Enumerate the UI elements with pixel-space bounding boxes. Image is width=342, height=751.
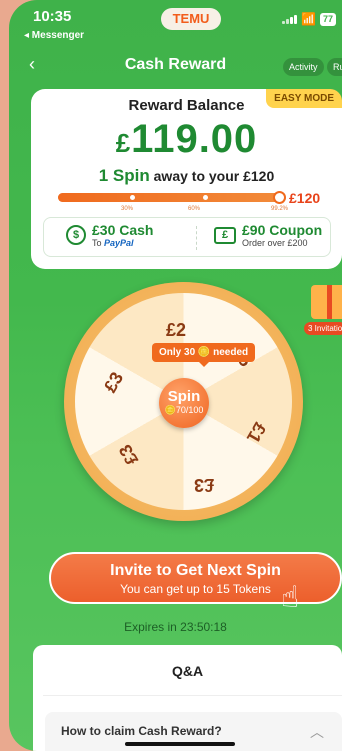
- cash-title: £30 Cash: [92, 222, 154, 238]
- coupon-sub: Order over £200: [242, 238, 308, 248]
- coupon-title: £90 Coupon: [242, 222, 323, 238]
- signal-icon: [282, 14, 298, 24]
- back-to-messenger[interactable]: ◂ Messenger: [24, 30, 84, 41]
- tokens-needed-tooltip: Only 30 🪙 needed: [152, 343, 256, 367]
- cash-sub-prefix: To: [92, 238, 105, 248]
- reward-divider: [196, 226, 197, 250]
- spins-count: 1 Spin: [98, 166, 150, 185]
- nav-bar: ‹ Cash Reward Activity Ru: [9, 52, 342, 82]
- progress-bar: [58, 191, 286, 204]
- clock: 10:35: [33, 8, 72, 25]
- progress-knob: [273, 191, 286, 204]
- expiry-timer: Expires in 23:50:18: [124, 620, 227, 634]
- currency-symbol: £: [115, 128, 132, 158]
- battery-icon: 77: [319, 12, 336, 26]
- milestone-label: 99.2%: [271, 206, 289, 212]
- ticket-icon: £: [214, 226, 236, 244]
- pointing-hand-icon: ☝: [281, 581, 300, 614]
- status-icons: 📶 77: [282, 12, 336, 26]
- spin-label: Spin: [167, 388, 201, 405]
- coupon-reward[interactable]: £ £90 Coupon Order over £200: [214, 222, 322, 248]
- gift-icon[interactable]: [311, 285, 342, 319]
- invitations-badge: 3 Invitatio: [304, 322, 342, 335]
- cash-sub: To PayPal: [92, 238, 153, 248]
- divider: [43, 695, 342, 696]
- balance-card: EASY MODE Reward Balance £119.00 1 Spin …: [31, 89, 342, 269]
- wifi-icon: 📶: [301, 12, 316, 26]
- milestone-dot: [203, 195, 208, 200]
- paypal-logo: PayPal: [104, 238, 134, 248]
- balance-label: Reward Balance: [128, 97, 245, 114]
- dollar-icon: $: [66, 225, 86, 245]
- wheel-segment: £2: [166, 320, 187, 340]
- spins-desc: away to your £120: [153, 168, 275, 184]
- brand-pill: TEMU: [161, 8, 221, 30]
- chevron-up-icon[interactable]: ︿: [310, 722, 324, 742]
- spins-away-text: 1 Spin away to your £120: [31, 166, 342, 186]
- amount-value: 119.00: [131, 117, 258, 161]
- spin-button[interactable]: Spin 🪙70/100: [159, 378, 209, 428]
- qa-title: Q&A: [171, 663, 204, 679]
- status-bar: 10:35 ◂ Messenger TEMU 📶 77: [9, 0, 342, 44]
- rules-button[interactable]: Ru: [327, 58, 342, 76]
- activity-button[interactable]: Activity: [283, 58, 324, 76]
- wheel-segment: £3: [194, 475, 215, 495]
- reward-options: $ £30 Cash To PayPal £ £90 Coupon Order …: [43, 217, 331, 257]
- qa-question: How to claim Cash Reward?: [61, 724, 222, 738]
- left-background: [0, 0, 9, 751]
- balance-amount: £119.00: [31, 117, 342, 162]
- progress-fill: [58, 193, 285, 202]
- milestone-label: 60%: [188, 206, 201, 212]
- milestone-label: 30%: [121, 206, 134, 212]
- spin-wheel[interactable]: £2 £5 £1 £3 £3 £3 Only 30 🪙 needed Spin …: [64, 282, 303, 521]
- invite-title: Invite to Get Next Spin: [110, 562, 281, 579]
- token-count: 🪙70/100: [164, 405, 204, 415]
- cash-reward[interactable]: $ £30 Cash To PayPal: [66, 222, 153, 248]
- milestone-dot: [130, 195, 135, 200]
- qa-section: Q&A How to claim Cash Reward? ︿: [33, 645, 342, 751]
- home-indicator: [125, 742, 235, 746]
- progress-target: £120: [289, 190, 321, 206]
- app-screen: 10:35 ◂ Messenger TEMU 📶 77 ‹ Cash Rewar…: [9, 0, 342, 751]
